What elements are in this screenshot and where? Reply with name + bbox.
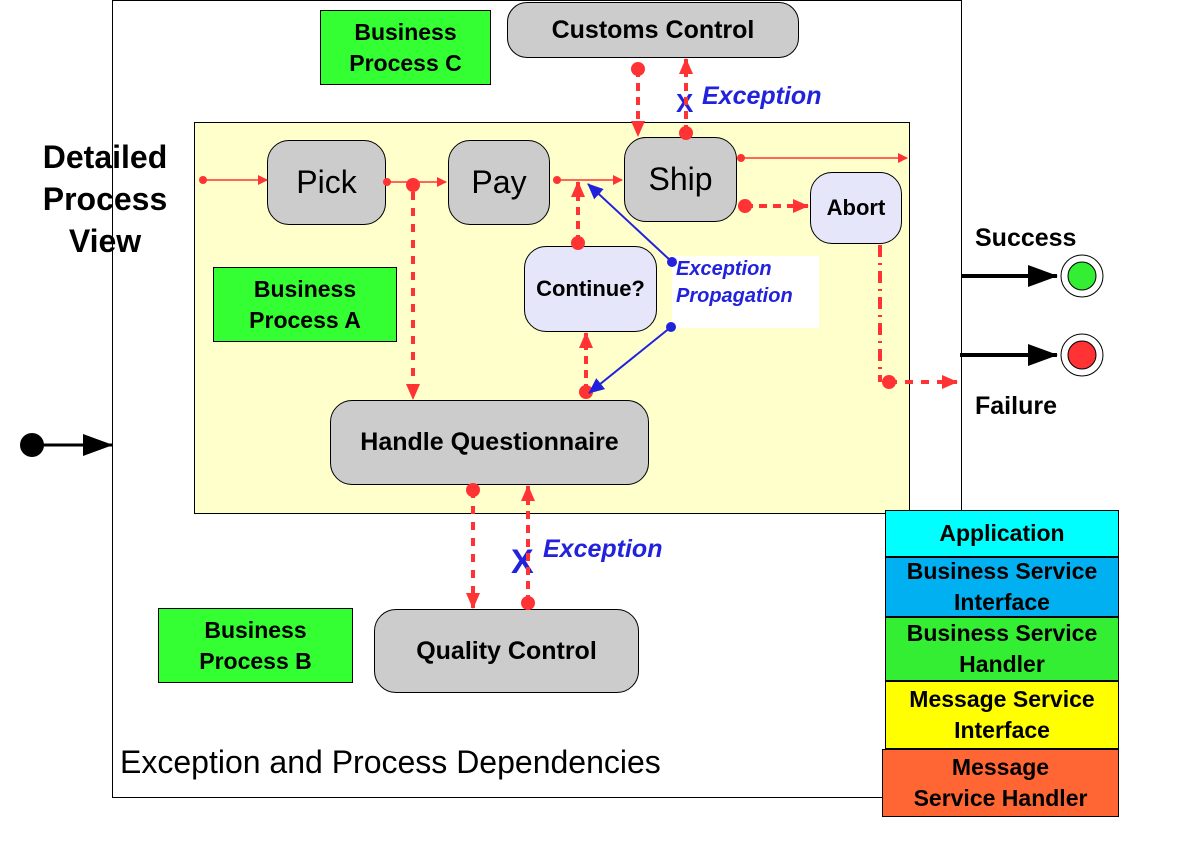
exception-quality-to-questionnaire — [521, 485, 535, 610]
failure-end-node — [960, 333, 1104, 377]
connectors-layer — [20, 58, 1104, 610]
dep-ship-to-customs — [631, 62, 645, 137]
dep-questionnaire-to-continue — [579, 332, 593, 399]
success-end-node — [962, 254, 1104, 298]
flow-start-to-pick — [199, 175, 268, 185]
exception-propagation-arrows — [587, 183, 677, 394]
flow-ship-out — [737, 153, 908, 163]
flow-pay-to-ship — [553, 175, 623, 185]
flow-pick-to-pay — [383, 177, 447, 192]
start-node — [20, 433, 113, 457]
exception-customs-to-ship — [679, 58, 693, 140]
dep-abort-to-failure — [878, 245, 958, 389]
dep-continue-to-pay — [571, 181, 585, 250]
dep-ship-to-abort — [738, 199, 809, 213]
process-diagram: Detailed Process View Exception and Proc… — [0, 0, 1200, 858]
dep-questionnaire-to-quality — [466, 483, 480, 609]
